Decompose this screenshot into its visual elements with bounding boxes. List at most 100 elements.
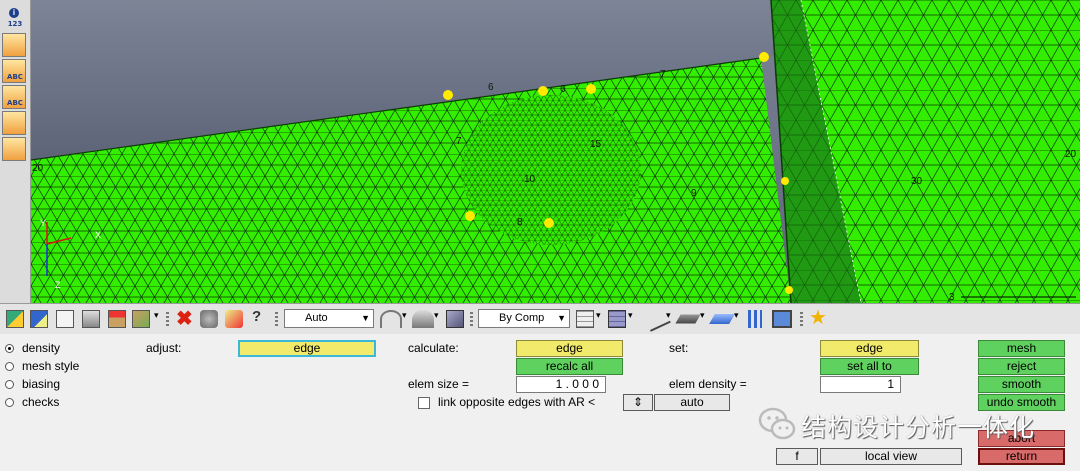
density-label: 30 xyxy=(911,176,923,187)
color-mode-select[interactable]: By Comp ▼ xyxy=(478,309,570,328)
view-plane-icon[interactable] xyxy=(2,137,26,161)
seed-point[interactable] xyxy=(785,286,793,294)
dropdown-arrow-icon[interactable]: ▾ xyxy=(434,310,439,321)
display-components-icon[interactable] xyxy=(6,310,24,328)
normals-icon[interactable] xyxy=(748,310,762,328)
seed-point[interactable] xyxy=(759,52,769,62)
wireframe-elements-icon[interactable] xyxy=(576,310,594,328)
surface-display-icon[interactable] xyxy=(412,310,434,328)
measure-angle-icon[interactable] xyxy=(2,33,26,57)
quick-edit-icon[interactable] xyxy=(200,310,218,328)
link-opposite-edges-checkbox[interactable] xyxy=(418,397,430,409)
density-label: 8 xyxy=(517,217,523,228)
density-label: 6 xyxy=(488,82,494,93)
curve-display-icon[interactable] xyxy=(380,310,402,328)
radio-mesh-style[interactable] xyxy=(5,362,14,371)
density-label: 10 xyxy=(524,174,536,185)
dropdown-arrow-icon[interactable]: ▾ xyxy=(700,310,705,321)
unmask-icon[interactable] xyxy=(132,310,150,328)
density-label: 20 xyxy=(1065,149,1077,160)
axis-y-label: Y xyxy=(40,218,46,228)
set-edge-button[interactable]: edge xyxy=(820,340,919,357)
elem-size-label: elem size = xyxy=(408,377,470,391)
dropdown-arrow-icon[interactable]: ▾ xyxy=(734,310,739,321)
display-mode-value: Auto xyxy=(305,312,328,324)
display-mode-select[interactable]: Auto ▼ xyxy=(284,309,374,328)
elem-density-field[interactable]: 1 xyxy=(820,376,901,393)
seed-point[interactable] xyxy=(781,177,789,185)
seed-point[interactable] xyxy=(538,86,548,96)
mesh-button[interactable]: mesh xyxy=(978,340,1065,357)
graphics-viewport[interactable]: 6 6 7 7 15 10 9 8 30 20 20 3 Y X Z xyxy=(31,0,1080,303)
radio-biasing-label[interactable]: biasing xyxy=(22,377,60,391)
return-button[interactable]: return xyxy=(978,448,1065,465)
set-label: set: xyxy=(669,341,689,355)
local-view-button[interactable]: local view xyxy=(820,448,962,465)
mesh-model[interactable]: 6 6 7 7 15 10 9 8 30 20 20 3 Y X Z xyxy=(31,0,1080,303)
smooth-button[interactable]: smooth xyxy=(978,376,1065,393)
density-label: 15 xyxy=(590,139,602,150)
radio-checks[interactable] xyxy=(5,398,14,407)
radio-biasing[interactable] xyxy=(5,380,14,389)
watermark: 结构设计分析一体化 xyxy=(757,402,1057,446)
abc-label-1: ABC xyxy=(7,73,23,81)
solid-display-icon[interactable] xyxy=(446,310,464,328)
toolbar-separator xyxy=(470,312,473,326)
delete-icon[interactable]: ✖ xyxy=(176,306,193,331)
chevron-down-icon: ▼ xyxy=(557,313,566,323)
density-label: 9 xyxy=(691,188,697,199)
dropdown-arrow-icon[interactable]: ▾ xyxy=(666,310,671,321)
help-icon[interactable]: ? xyxy=(252,308,261,325)
wechat-logo-icon xyxy=(758,407,796,440)
density-label: 20 xyxy=(32,163,44,174)
link-opposite-edges-label[interactable]: link opposite edges with AR < xyxy=(438,395,595,409)
info-icon[interactable]: i xyxy=(9,8,19,18)
mask-down-icon[interactable] xyxy=(108,310,126,328)
elem-size-field[interactable]: 1 . 0 0 0 xyxy=(516,376,606,393)
density-label: 3 xyxy=(949,292,955,303)
radio-checks-label[interactable]: checks xyxy=(22,395,59,409)
radio-density-label[interactable]: density xyxy=(22,341,60,355)
recalc-all-button[interactable]: recalc all xyxy=(516,358,623,375)
f-button[interactable]: f xyxy=(776,448,818,465)
color-mode-value: By Comp xyxy=(499,312,545,324)
dropdown-arrow-icon[interactable]: ▾ xyxy=(154,310,159,321)
elem-density-label: elem density = xyxy=(669,377,747,391)
3d-elements-icon[interactable] xyxy=(709,314,735,324)
abc-label-2: ABC xyxy=(7,99,23,107)
watermark-text: 结构设计分析一体化 xyxy=(801,413,1036,442)
display-solids-icon[interactable] xyxy=(30,310,48,328)
radio-density[interactable] xyxy=(5,344,14,353)
radio-mesh-style-label[interactable]: mesh style xyxy=(22,359,79,373)
dropdown-arrow-icon[interactable]: ▾ xyxy=(628,310,633,321)
axis-x-label: X xyxy=(95,230,101,240)
display-table-icon[interactable] xyxy=(56,310,74,328)
toolbar-separator xyxy=(800,312,803,326)
seed-point[interactable] xyxy=(544,218,554,228)
shaded-elements-icon[interactable] xyxy=(608,310,626,328)
monitor-icon[interactable] xyxy=(772,310,792,328)
chevron-down-icon: ▼ xyxy=(361,313,370,323)
display-elements-icon[interactable] xyxy=(82,310,100,328)
dropdown-arrow-icon[interactable]: ▾ xyxy=(402,310,407,321)
measure-distance-icon[interactable] xyxy=(2,111,26,135)
density-label: 7 xyxy=(456,136,462,147)
seed-point[interactable] xyxy=(465,211,475,221)
set-all-to-button[interactable]: set all to xyxy=(820,358,919,375)
auto-button[interactable]: auto xyxy=(654,394,730,411)
check-elements-icon[interactable] xyxy=(225,310,243,328)
adjust-label: adjust: xyxy=(146,341,182,355)
adjust-edge-button[interactable]: edge xyxy=(238,340,376,357)
seed-point[interactable] xyxy=(586,84,596,94)
dropdown-arrow-icon[interactable]: ▾ xyxy=(596,310,601,321)
toggle-stepper-icon[interactable]: ⇕ xyxy=(623,394,653,411)
left-toolbar: i 123 ABC ABC xyxy=(0,0,31,303)
density-label: 6 xyxy=(560,84,566,95)
reject-button[interactable]: reject xyxy=(978,358,1065,375)
star-icon[interactable]: ★ xyxy=(809,305,827,330)
seed-point[interactable] xyxy=(443,90,453,100)
toolbar-separator xyxy=(275,312,278,326)
calculate-edge-button[interactable]: edge xyxy=(516,340,623,357)
display-toolbar: ▾ ✖ ? Auto ▼ ▾ ▾ By Comp ▼ ▾ ▾ ▾ ▾ ▾ ★ xyxy=(0,303,1080,335)
2d-elements-icon[interactable] xyxy=(675,314,701,324)
